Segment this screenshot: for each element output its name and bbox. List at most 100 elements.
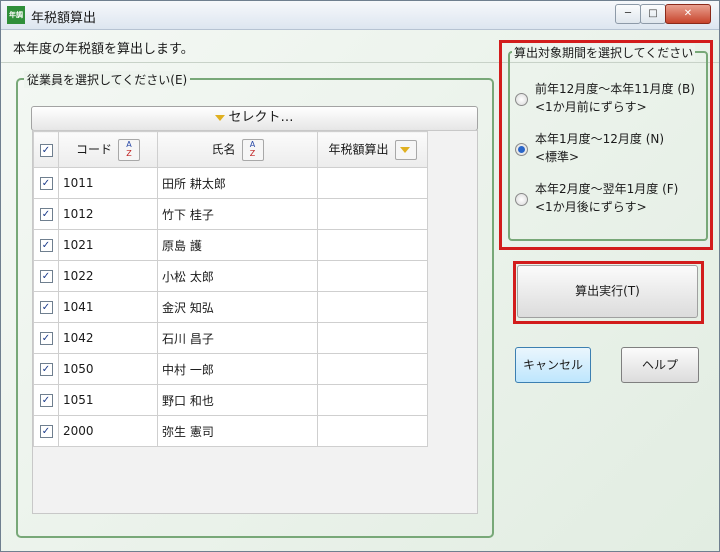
period-option-label: 前年12月度～本年11月度 (B) <1か月前にずらす>: [535, 80, 705, 116]
minimize-button[interactable]: ─: [615, 4, 641, 24]
period-option-range: 前年12月度～本年11月度 (B): [535, 82, 695, 96]
tax-value: [318, 362, 322, 376]
row-checkbox[interactable]: ✓: [39, 332, 53, 345]
tax-column-label: 年税額算出: [328, 142, 389, 156]
table-row[interactable]: ✓ 1011 田所 耕太郎: [33, 167, 428, 199]
name-cell: 田所 耕太郎: [157, 167, 318, 199]
period-group-legend: 算出対象期間を選択してください: [512, 44, 696, 61]
tax-cell: [317, 322, 428, 354]
sort-icon[interactable]: AZ: [241, 138, 264, 161]
name-value: 中村 一郎: [162, 362, 214, 377]
radio-button[interactable]: [515, 143, 528, 156]
name-value: 田所 耕太郎: [162, 176, 226, 191]
row-checkbox[interactable]: ✓: [39, 301, 53, 314]
code-cell: 1041: [58, 291, 158, 323]
row-checkbox[interactable]: ✓: [39, 270, 53, 283]
tax-cell: [317, 353, 428, 385]
tax-cell: [317, 291, 428, 323]
row-checkbox[interactable]: ✓: [39, 394, 53, 407]
table-row[interactable]: ✓ 1051 野口 和也: [33, 384, 428, 416]
code-cell: 1022: [58, 260, 158, 292]
tax-column-header[interactable]: 年税額算出: [317, 131, 428, 168]
table-row[interactable]: ✓ 1041 金沢 知弘: [33, 291, 428, 323]
tax-cell: [317, 229, 428, 261]
description-text: 本年度の年税額を算出します。: [13, 42, 194, 57]
tax-value: [318, 300, 322, 314]
tax-value: [318, 176, 322, 190]
period-option-note: <標準>: [535, 150, 580, 164]
table-row[interactable]: ✓ 1042 石川 昌子: [33, 322, 428, 354]
tax-value: [318, 269, 322, 283]
row-select-cell: ✓: [33, 260, 59, 292]
code-value: 1022: [63, 269, 94, 283]
row-select-cell: ✓: [33, 167, 59, 199]
code-value: 1042: [63, 331, 94, 345]
period-option-label: 本年1月度～12月度 (N) <標準>: [535, 130, 705, 166]
name-value: 原島 護: [162, 238, 202, 253]
name-value: 弥生 憲司: [162, 424, 214, 439]
table-row[interactable]: ✓ 1012 竹下 桂子: [33, 198, 428, 230]
table-header-row: ✓ コード A Z 氏名 A Z 年税額算出: [33, 131, 428, 168]
code-cell: 1021: [58, 229, 158, 261]
code-cell: 1011: [58, 167, 158, 199]
period-group: 算出対象期間を選択してください 前年12月度～本年11月度 (B) <1か月前にず…: [508, 44, 708, 241]
name-cell: 中村 一郎: [157, 353, 318, 385]
period-option-note: <1か月前にずらす>: [535, 100, 647, 114]
employee-table-body: ✓ 1011 田所 耕太郎 ✓ 1012 竹下 桂子 ✓ 1021 原島 護 ✓ 1022 小松 太郎…: [33, 167, 428, 447]
table-row[interactable]: ✓ 1050 中村 一郎: [33, 353, 428, 385]
row-select-cell: ✓: [33, 384, 59, 416]
table-row[interactable]: ✓ 1022 小松 太郎: [33, 260, 428, 292]
calculate-button[interactable]: 算出実行(T): [517, 265, 698, 318]
code-cell: 1050: [58, 353, 158, 385]
select-all-checkbox[interactable]: ✓: [39, 143, 53, 157]
row-checkbox[interactable]: ✓: [39, 239, 53, 252]
row-checkbox[interactable]: ✓: [39, 425, 53, 438]
name-cell: 竹下 桂子: [157, 198, 318, 230]
code-value: 1050: [63, 362, 94, 376]
period-option-note: <1か月後にずらす>: [535, 200, 647, 214]
employee-table: ✓ コード A Z 氏名 A Z 年税額算出 ✓ 1011 田所 耕太郎 ✓ 1…: [33, 131, 428, 447]
row-checkbox[interactable]: ✓: [39, 363, 53, 376]
row-select-cell: ✓: [33, 415, 59, 447]
radio-button[interactable]: [515, 193, 528, 206]
title-bar[interactable]: 年調 年税額算出 ─ □ ✕: [1, 1, 719, 30]
row-checkbox[interactable]: ✓: [39, 208, 53, 221]
row-select-cell: ✓: [33, 291, 59, 323]
table-row[interactable]: ✓ 2000 弥生 憲司: [33, 415, 428, 447]
window-title: 年税額算出: [31, 11, 97, 26]
tax-value: [318, 393, 322, 407]
maximize-button[interactable]: □: [640, 4, 666, 24]
name-value: 野口 和也: [162, 393, 214, 408]
cancel-button[interactable]: キャンセル: [515, 347, 591, 383]
name-cell: 小松 太郎: [157, 260, 318, 292]
maximize-icon: □: [648, 8, 658, 19]
tax-value: [318, 424, 322, 438]
code-value: 1021: [63, 238, 94, 252]
close-icon: ✕: [683, 8, 693, 19]
tax-cell: [317, 415, 428, 447]
code-cell: 1051: [58, 384, 158, 416]
app-icon: 年調: [7, 6, 25, 24]
code-value: 1011: [63, 176, 94, 190]
name-cell: 野口 和也: [157, 384, 318, 416]
name-cell: 弥生 憲司: [157, 415, 318, 447]
row-checkbox[interactable]: ✓: [39, 177, 53, 190]
name-value: 石川 昌子: [162, 331, 214, 346]
close-button[interactable]: ✕: [665, 4, 711, 24]
code-column-header[interactable]: コード A Z: [58, 131, 158, 168]
filter-icon[interactable]: [394, 139, 417, 160]
row-select-cell: ✓: [33, 353, 59, 385]
name-column-header[interactable]: 氏名 A Z: [157, 131, 318, 168]
radio-button[interactable]: [515, 93, 528, 106]
tax-cell: [317, 260, 428, 292]
name-value: 小松 太郎: [162, 269, 214, 284]
name-cell: 原島 護: [157, 229, 318, 261]
tax-value: [318, 238, 322, 252]
select-button[interactable]: セレクト…: [31, 106, 478, 131]
table-row[interactable]: ✓ 1021 原島 護: [33, 229, 428, 261]
name-column-label: 氏名: [211, 142, 236, 156]
help-button[interactable]: ヘルプ: [621, 347, 699, 383]
tax-cell: [317, 384, 428, 416]
sort-icon[interactable]: AZ: [118, 138, 140, 161]
filter-icon: [215, 114, 226, 121]
